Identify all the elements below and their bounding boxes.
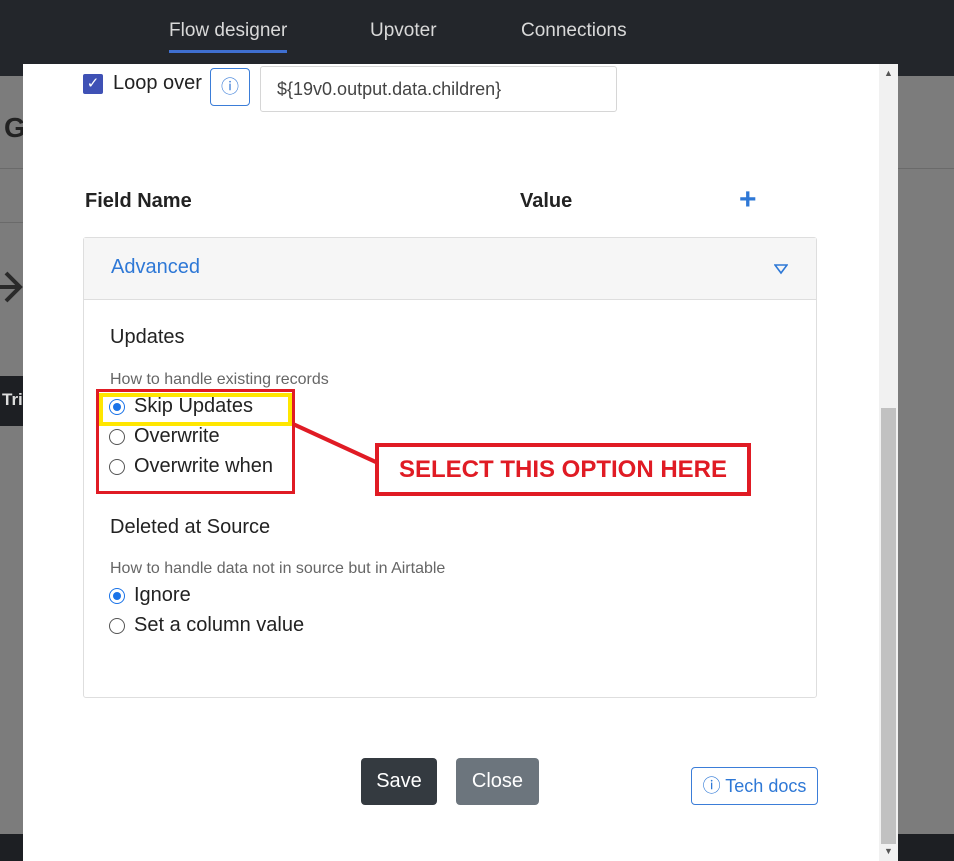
loop-over-label: Loop over bbox=[113, 72, 202, 94]
modal-scrollbar[interactable]: ▲ ▼ bbox=[879, 64, 898, 861]
radio-label: Set a column value bbox=[134, 614, 305, 636]
radio-button[interactable] bbox=[109, 618, 125, 634]
loop-over-input[interactable] bbox=[260, 66, 617, 112]
info-icon[interactable]: ⓘ bbox=[210, 68, 250, 106]
deleted-at-source-hint: How to handle data not in source but in … bbox=[110, 560, 446, 577]
background-arrow-icon bbox=[0, 271, 23, 303]
deleted-at-source-title: Deleted at Source bbox=[110, 516, 271, 538]
annotation-callout: SELECT THIS OPTION HERE bbox=[375, 443, 751, 496]
tech-docs-button[interactable]: ⓘ Tech docs bbox=[691, 767, 818, 805]
annotation-highlight-box bbox=[99, 393, 292, 426]
scroll-down-icon[interactable]: ▼ bbox=[879, 846, 898, 858]
radio-label: Ignore bbox=[134, 584, 191, 606]
background-trigger-label: Tri bbox=[0, 376, 24, 426]
scroll-up-icon[interactable]: ▲ bbox=[879, 68, 898, 80]
tab-flow-designer[interactable]: Flow designer bbox=[169, 20, 288, 53]
value-header: Value bbox=[520, 190, 573, 212]
field-name-header: Field Name bbox=[85, 190, 192, 212]
close-button[interactable]: Close bbox=[456, 758, 539, 805]
loop-over-checkbox[interactable]: ✓ bbox=[83, 74, 103, 94]
updates-title: Updates bbox=[110, 326, 185, 348]
save-button[interactable]: Save bbox=[361, 758, 437, 805]
radio-button[interactable] bbox=[109, 588, 125, 604]
advanced-title[interactable]: Advanced bbox=[111, 256, 200, 279]
tab-connections[interactable]: Connections bbox=[521, 20, 627, 42]
scroll-thumb[interactable] bbox=[881, 408, 896, 844]
advanced-panel-header[interactable]: Advanced bbox=[84, 238, 816, 300]
updates-hint: How to handle existing records bbox=[110, 371, 329, 388]
chevron-down-icon[interactable] bbox=[774, 263, 788, 275]
tab-upvoter[interactable]: Upvoter bbox=[370, 20, 437, 42]
add-field-icon[interactable]: + bbox=[739, 185, 757, 215]
